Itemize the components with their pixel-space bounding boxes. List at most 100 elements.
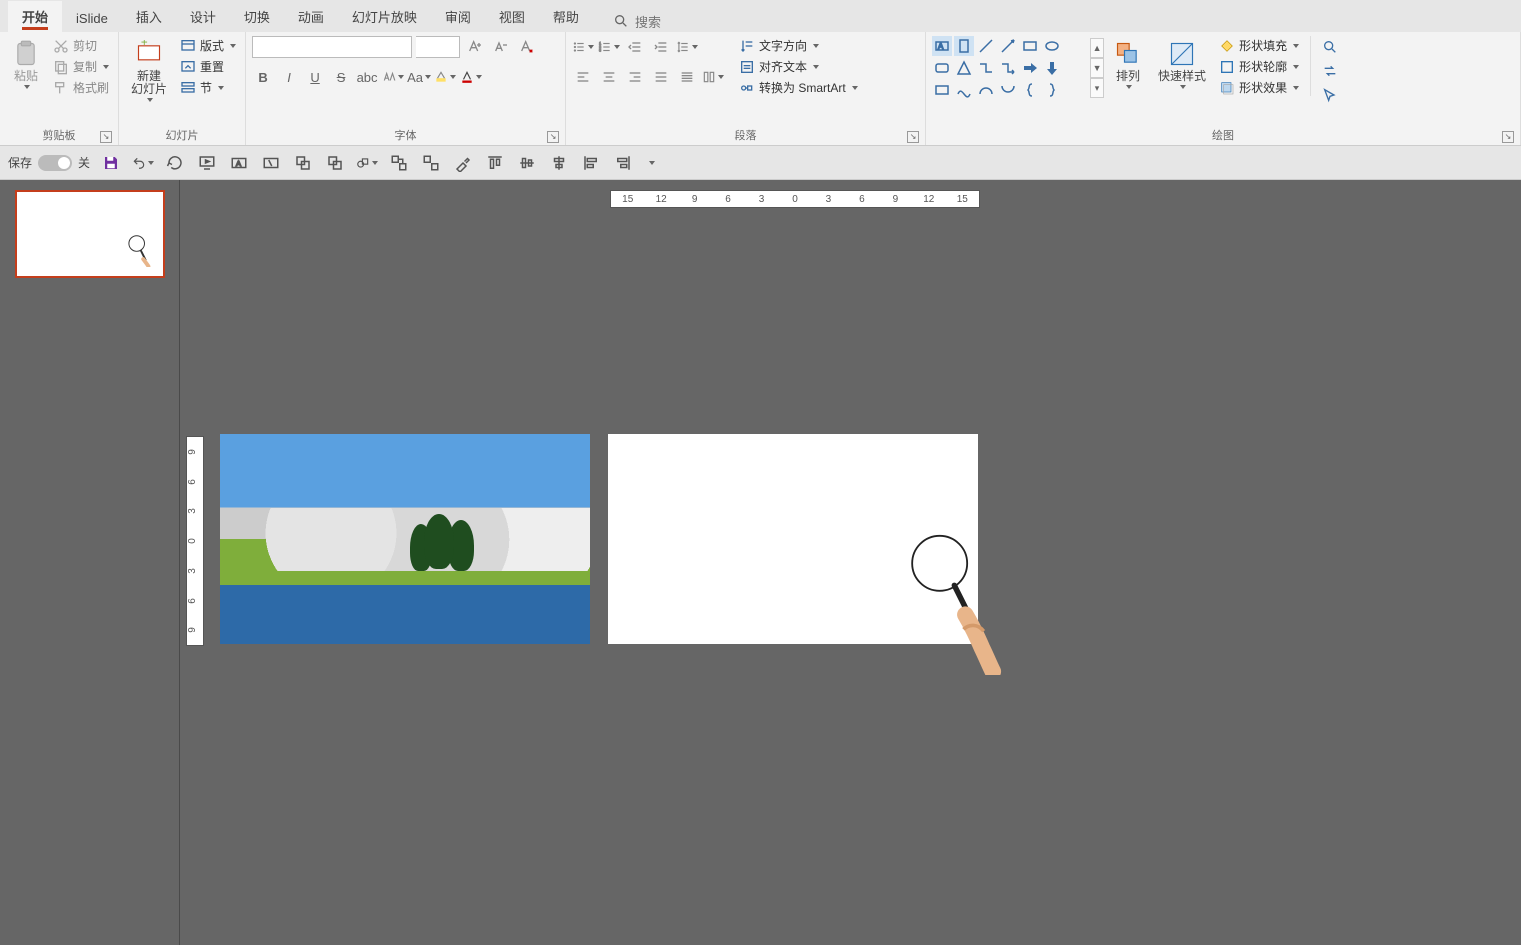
- section-button[interactable]: 节: [177, 78, 239, 97]
- format-painter-button[interactable]: 格式刷: [50, 78, 112, 97]
- decrease-indent-icon[interactable]: [624, 36, 646, 58]
- columns-icon[interactable]: [702, 66, 724, 88]
- copy-button[interactable]: 复制: [50, 57, 112, 76]
- tab-view[interactable]: 视图: [485, 1, 539, 32]
- qat-align-middle-icon[interactable]: [516, 152, 538, 174]
- cut-button[interactable]: 剪切: [50, 36, 112, 55]
- shape-right-arrow-icon[interactable]: [1020, 58, 1040, 78]
- tab-design[interactable]: 设计: [176, 1, 230, 32]
- toggle-icon[interactable]: [38, 155, 72, 171]
- slideshow-start-icon[interactable]: [196, 152, 218, 174]
- italic-icon[interactable]: I: [278, 66, 300, 88]
- slide-editor[interactable]: 15 12 9 6 3 0 3 6 9 12 15 9 6 3 0 3 6 9: [180, 180, 1521, 945]
- increase-font-icon[interactable]: [464, 36, 486, 58]
- select-icon[interactable]: [1319, 84, 1341, 106]
- bold-icon[interactable]: B: [252, 66, 274, 88]
- gallery-more-icon[interactable]: ▾: [1090, 78, 1104, 98]
- save-icon[interactable]: [100, 152, 122, 174]
- tab-insert[interactable]: 插入: [122, 1, 176, 32]
- shape-down-arrow-icon[interactable]: [1042, 58, 1062, 78]
- align-right-icon[interactable]: [624, 66, 646, 88]
- shape-line-icon[interactable]: [976, 36, 996, 56]
- font-name-input[interactable]: [252, 36, 412, 58]
- shape-outline-button[interactable]: 形状轮廓: [1216, 57, 1302, 76]
- reset-button[interactable]: 重置: [177, 57, 239, 76]
- dialog-launcher-icon[interactable]: ↘: [100, 131, 112, 143]
- shape-arc2-icon[interactable]: [998, 80, 1018, 100]
- shape-roundrect-icon[interactable]: [932, 58, 952, 78]
- align-left-icon[interactable]: [572, 66, 594, 88]
- new-slide-button[interactable]: + 新建 幻灯片: [125, 36, 173, 106]
- shape-arc-icon[interactable]: [976, 80, 996, 100]
- shape-vertical-textbox-icon[interactable]: [954, 36, 974, 56]
- dialog-launcher-icon[interactable]: ↘: [1502, 131, 1514, 143]
- shape-gallery[interactable]: A: [932, 36, 1084, 100]
- qat-textbox-icon[interactable]: A: [228, 152, 250, 174]
- shape-oval-icon[interactable]: [1042, 36, 1062, 56]
- find-icon[interactable]: [1319, 36, 1341, 58]
- convert-smartart-button[interactable]: 转换为 SmartArt: [736, 78, 861, 97]
- layout-button[interactable]: 版式: [177, 36, 239, 55]
- tab-transitions[interactable]: 切换: [230, 1, 284, 32]
- qat-more-icon[interactable]: [644, 152, 658, 174]
- slide-thumbnail-1[interactable]: [15, 190, 165, 278]
- current-slide[interactable]: [608, 434, 978, 644]
- numbering-icon[interactable]: 123: [598, 36, 620, 58]
- shadow-icon[interactable]: abc: [356, 66, 378, 88]
- shape-rect2-icon[interactable]: [932, 80, 952, 100]
- qat-ungroup-icon[interactable]: [420, 152, 442, 174]
- tab-home[interactable]: 开始: [8, 1, 62, 32]
- align-text-button[interactable]: 对齐文本: [736, 57, 861, 76]
- tab-animations[interactable]: 动画: [284, 1, 338, 32]
- scroll-up-icon[interactable]: ▲: [1090, 38, 1104, 58]
- qat-send-back-icon[interactable]: [292, 152, 314, 174]
- shape-brace-right-icon[interactable]: [1042, 80, 1062, 100]
- quick-styles-button[interactable]: 快速样式: [1152, 36, 1212, 93]
- shape-rect-icon[interactable]: [1020, 36, 1040, 56]
- shape-effects-button[interactable]: 形状效果: [1216, 78, 1302, 97]
- strike-icon[interactable]: S: [330, 66, 352, 88]
- tab-islide[interactable]: iSlide: [62, 5, 122, 32]
- qat-eyedropper-icon[interactable]: [452, 152, 474, 174]
- tab-slideshow[interactable]: 幻灯片放映: [338, 1, 431, 32]
- scroll-down-icon[interactable]: ▼: [1090, 58, 1104, 78]
- line-spacing-icon[interactable]: [676, 36, 698, 58]
- paste-button[interactable]: 粘贴: [6, 36, 46, 93]
- font-size-input[interactable]: [416, 36, 460, 58]
- tab-help[interactable]: 帮助: [539, 1, 593, 32]
- qat-vtextbox-icon[interactable]: [260, 152, 282, 174]
- shape-fill-button[interactable]: 形状填充: [1216, 36, 1302, 55]
- shape-connector-icon[interactable]: [976, 58, 996, 78]
- distributed-icon[interactable]: [676, 66, 698, 88]
- decrease-font-icon[interactable]: [490, 36, 512, 58]
- clear-format-icon[interactable]: [516, 36, 538, 58]
- replace-icon[interactable]: [1319, 60, 1341, 82]
- tab-review[interactable]: 审阅: [431, 1, 485, 32]
- undo-icon[interactable]: [132, 152, 154, 174]
- shape-brace-left-icon[interactable]: [1020, 80, 1040, 100]
- char-spacing-icon[interactable]: [382, 66, 404, 88]
- shape-gallery-scroll[interactable]: ▲ ▼ ▾: [1090, 38, 1104, 98]
- qat-bring-front-icon[interactable]: [324, 152, 346, 174]
- highlight-icon[interactable]: [434, 66, 456, 88]
- change-case-icon[interactable]: Aa: [408, 66, 430, 88]
- underline-icon[interactable]: U: [304, 66, 326, 88]
- text-direction-button[interactable]: 文字方向: [736, 36, 861, 55]
- autosave-toggle[interactable]: 保存 关: [8, 154, 90, 171]
- redo-icon[interactable]: [164, 152, 186, 174]
- shape-triangle-icon[interactable]: [954, 58, 974, 78]
- qat-align-vcenter-icon[interactable]: [548, 152, 570, 174]
- search-input[interactable]: [635, 15, 715, 30]
- shape-arrow-line-icon[interactable]: [998, 36, 1018, 56]
- justify-icon[interactable]: [650, 66, 672, 88]
- qat-align-right-icon[interactable]: [612, 152, 634, 174]
- landscape-image[interactable]: [220, 434, 590, 644]
- qat-align-top-icon[interactable]: [484, 152, 506, 174]
- qat-shapes-icon[interactable]: [356, 152, 378, 174]
- dialog-launcher-icon[interactable]: ↘: [547, 131, 559, 143]
- font-color-icon[interactable]: [460, 66, 482, 88]
- increase-indent-icon[interactable]: [650, 36, 672, 58]
- dialog-launcher-icon[interactable]: ↘: [907, 131, 919, 143]
- align-center-icon[interactable]: [598, 66, 620, 88]
- search-box[interactable]: [613, 13, 715, 32]
